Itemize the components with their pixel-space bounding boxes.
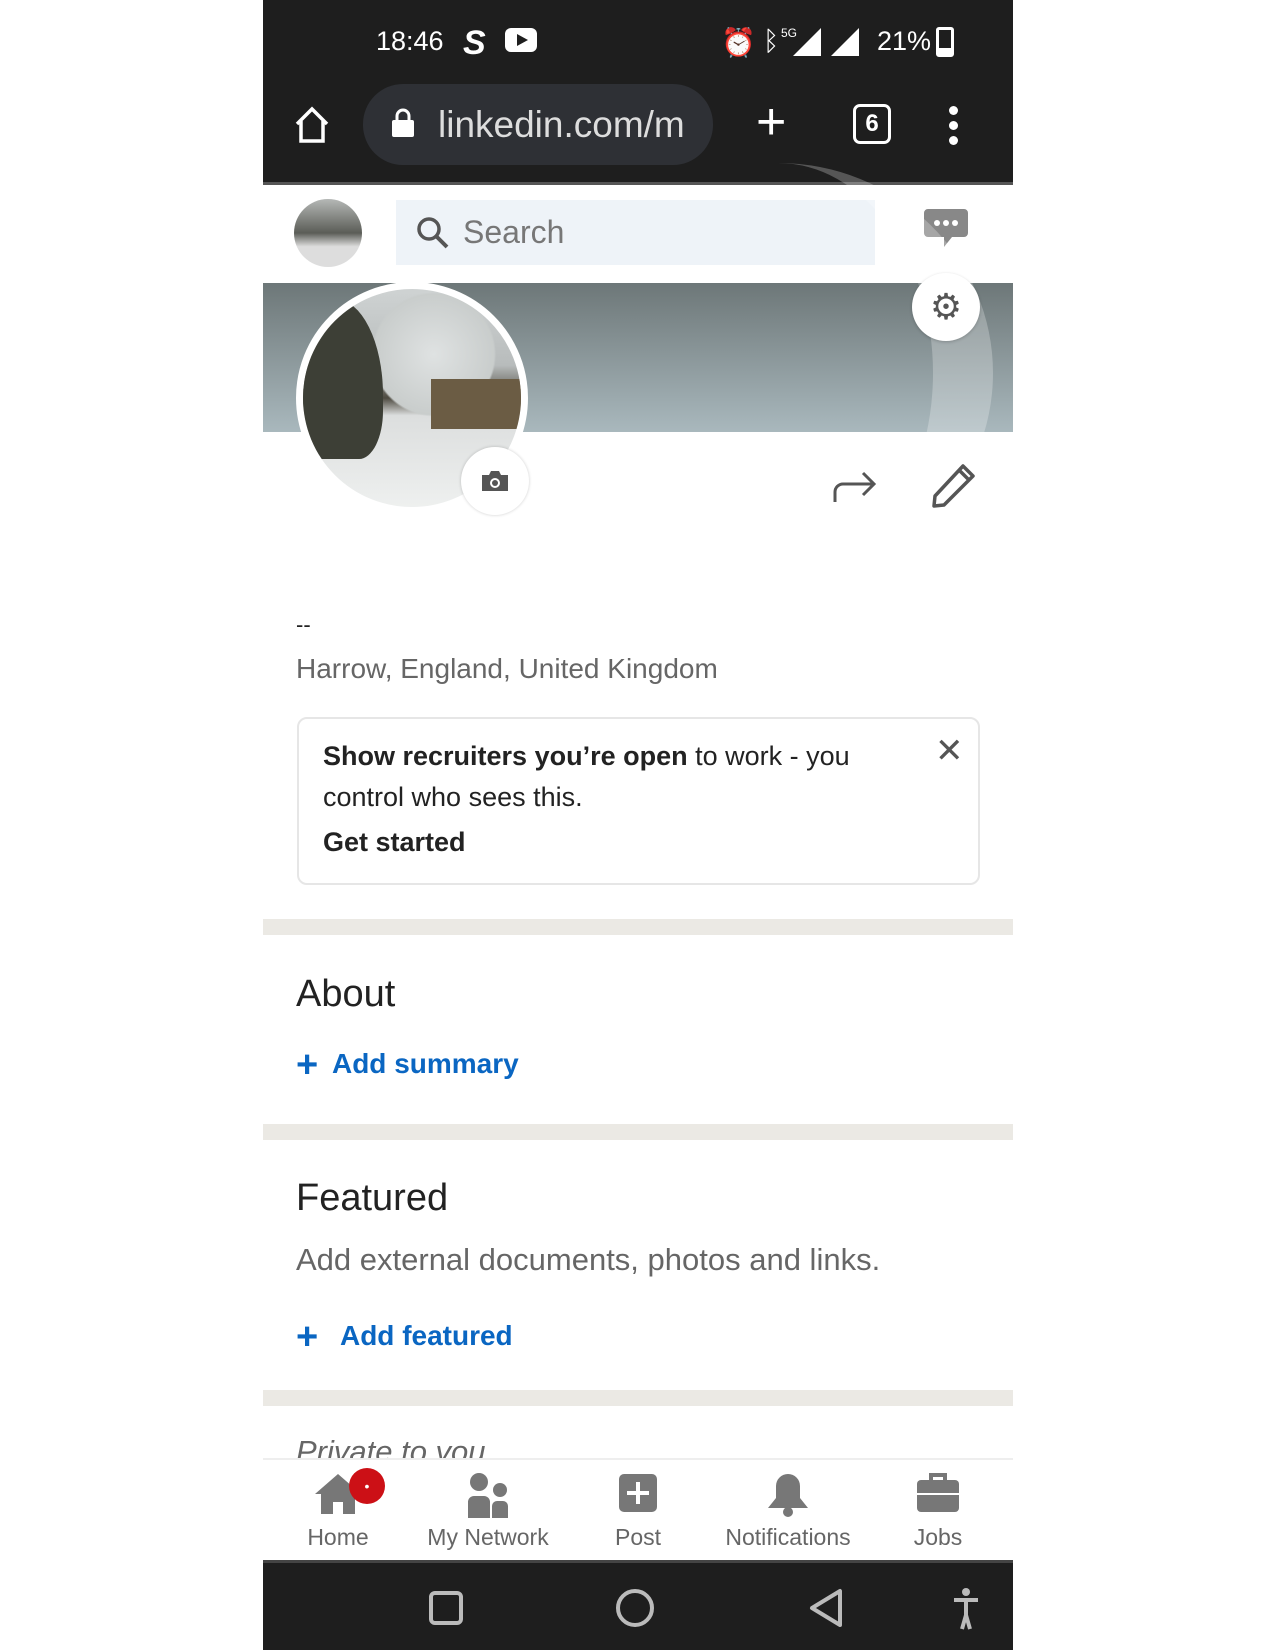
card-bold-text: Show recruiters you’re open [323, 741, 688, 771]
nav-label: Jobs [913, 1524, 963, 1550]
url-bar[interactable]: linkedin.com/m [363, 84, 713, 165]
plus-icon: + [296, 1044, 319, 1086]
status-and-browser-bar: 18:46 S ⏰ ᛒ 5G 21% linkedin.com/m + 6 [263, 0, 1013, 185]
url-text: linkedin.com/m [438, 104, 685, 145]
settings-button[interactable]: ⚙ [912, 273, 980, 341]
nav-home[interactable]: • Home [263, 1460, 413, 1563]
menu-icon[interactable] [949, 106, 959, 145]
battery-icon [936, 27, 954, 57]
alarm-icon: ⏰ [721, 27, 756, 58]
profile-headline: -- [296, 612, 311, 637]
bell-icon [768, 1474, 808, 1517]
share-icon[interactable] [831, 466, 879, 506]
card-text: to work - you [687, 741, 850, 771]
my-network-icon [468, 1473, 508, 1518]
skype-icon: S [463, 24, 486, 62]
tab-switcher-button[interactable]: 6 [853, 104, 891, 144]
profile-location: Harrow, England, United Kingdom [296, 653, 718, 684]
section-divider [263, 1390, 1013, 1406]
nav-label: Notifications [725, 1524, 851, 1550]
new-tab-icon[interactable]: + [756, 96, 786, 148]
system-navigation-bar [263, 1560, 1013, 1650]
recents-icon[interactable] [429, 1591, 463, 1625]
nav-label: My Network [427, 1524, 549, 1550]
search-icon [417, 217, 449, 249]
private-title: Private to you [296, 1434, 486, 1458]
get-started-link[interactable]: Get started [323, 827, 466, 858]
section-divider [263, 1124, 1013, 1140]
add-summary-label: Add summary [331, 1048, 519, 1079]
home-icon[interactable] [293, 106, 331, 144]
plus-icon: + [296, 1316, 319, 1358]
back-icon[interactable] [808, 1587, 844, 1629]
nav-my-network[interactable]: My Network [413, 1460, 563, 1563]
nav-label: Post [614, 1524, 662, 1550]
gear-icon: ⚙ [929, 286, 963, 327]
private-section-clip: Private to you [263, 1432, 1013, 1458]
signal-roaming-icon [831, 28, 859, 56]
home-circle-icon[interactable] [616, 1589, 654, 1627]
bluetooth-icon: ᛒ [763, 26, 780, 56]
camera-icon [482, 471, 508, 491]
change-photo-button[interactable] [461, 447, 529, 515]
featured-title: Featured [296, 1177, 449, 1219]
edit-pencil-icon[interactable] [931, 462, 977, 508]
open-to-work-card: Show recruiters you’re open to work - yo… [297, 717, 980, 885]
youtube-icon [505, 28, 537, 52]
post-icon [619, 1474, 657, 1512]
nav-notifications[interactable]: Notifications [713, 1460, 863, 1563]
add-summary-button[interactable]: + Add summary [296, 1040, 519, 1086]
avatar[interactable] [294, 199, 362, 267]
featured-description: Add external documents, photos and links… [296, 1242, 881, 1277]
briefcase-icon [917, 1473, 959, 1512]
nav-post[interactable]: Post [563, 1460, 713, 1563]
notification-badge: • [349, 1468, 385, 1504]
add-featured-label: Add featured [339, 1320, 513, 1351]
search-placeholder: Search [463, 214, 565, 250]
card-text-line1: Show recruiters you’re open to work - yo… [323, 741, 850, 772]
clock: 18:46 [376, 26, 444, 56]
signal-icon [793, 28, 821, 56]
card-text-line2: control who sees this. [323, 782, 583, 812]
nav-label: Home [307, 1524, 369, 1550]
nav-jobs[interactable]: Jobs [863, 1460, 1013, 1563]
add-featured-button[interactable]: + Add featured [296, 1312, 513, 1358]
lock-icon [392, 108, 414, 137]
about-title: About [296, 973, 396, 1015]
section-divider [263, 919, 1013, 935]
accessibility-icon[interactable] [951, 1587, 981, 1631]
close-icon[interactable]: ✕ [935, 731, 964, 771]
phone-screen: 18:46 S ⏰ ᛒ 5G 21% linkedin.com/m + 6 Se… [263, 0, 1013, 1650]
bottom-navigation: • Home My Network Post Notifications Job… [263, 1458, 1013, 1561]
battery-percent: 21% [877, 26, 932, 56]
